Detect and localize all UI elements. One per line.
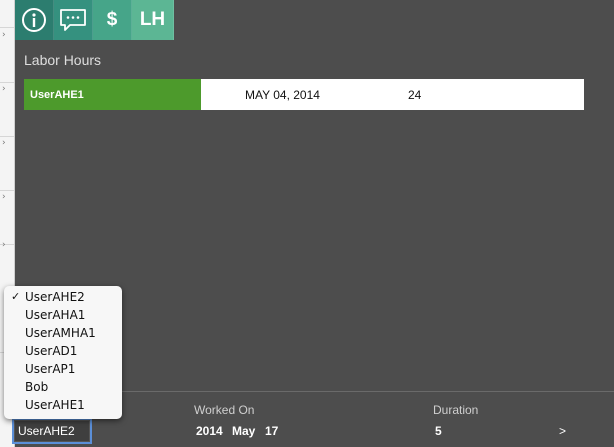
worked-on-label: Worked On xyxy=(194,403,255,417)
dropdown-option[interactable]: ✓ UserAHE2 xyxy=(4,288,122,306)
chevron-right-icon[interactable]: › xyxy=(2,138,8,148)
user-select-value: UserAHE2 xyxy=(18,424,75,438)
divider xyxy=(0,136,14,137)
duration-label: Duration xyxy=(433,403,479,417)
divider xyxy=(0,82,14,83)
chevron-right-icon[interactable]: › xyxy=(2,192,8,202)
option-label: UserAHA1 xyxy=(25,308,86,322)
dropdown-option[interactable]: Bob xyxy=(4,378,122,396)
user-cell: UserAHE1 xyxy=(24,79,201,110)
option-label: UserAMHA1 xyxy=(25,326,96,340)
divider xyxy=(0,27,14,28)
option-label: UserAHE1 xyxy=(25,398,85,412)
user-select[interactable]: UserAHE2 xyxy=(14,420,90,442)
year-field[interactable]: 2014 xyxy=(196,424,223,438)
comments-button[interactable] xyxy=(54,0,93,40)
dollar-icon: $ xyxy=(106,9,118,30)
toolbar: $ LH xyxy=(15,0,174,40)
divider xyxy=(0,190,14,191)
dropdown-option[interactable]: UserAD1 xyxy=(4,342,122,360)
dropdown-option[interactable]: UserAHA1 xyxy=(4,306,122,324)
table-row[interactable]: UserAHE1 MAY 04, 2014 24 xyxy=(24,79,584,110)
option-label: UserAD1 xyxy=(25,344,78,358)
date-cell: MAY 04, 2014 xyxy=(245,87,320,102)
user-dropdown-list: ✓ UserAHE2 UserAHA1 UserAMHA1 UserAD1 Us… xyxy=(4,286,122,419)
dropdown-option[interactable]: UserAHE1 xyxy=(4,396,122,414)
labor-hours-button[interactable]: LH xyxy=(132,0,174,40)
labor-hours-label: LH xyxy=(139,9,166,30)
duration-cell: 24 xyxy=(408,87,422,102)
dropdown-option[interactable]: UserAMHA1 xyxy=(4,324,122,342)
chevron-right-icon[interactable]: › xyxy=(2,30,8,40)
info-icon xyxy=(22,8,46,32)
section-title: Labor Hours xyxy=(24,52,102,68)
month-field[interactable]: May xyxy=(232,424,255,438)
info-button[interactable] xyxy=(15,0,54,40)
chevron-right-icon[interactable]: › xyxy=(2,84,8,94)
option-label: UserAP1 xyxy=(25,362,76,376)
next-button[interactable]: > xyxy=(559,424,566,438)
dropdown-option[interactable]: UserAP1 xyxy=(4,360,122,378)
cost-button[interactable]: $ xyxy=(93,0,132,40)
option-label: Bob xyxy=(25,380,49,394)
duration-field[interactable]: 5 xyxy=(435,424,442,438)
chat-icon xyxy=(60,9,86,31)
check-icon: ✓ xyxy=(11,290,21,303)
day-field[interactable]: 17 xyxy=(265,424,278,438)
option-label: UserAHE2 xyxy=(25,290,85,304)
chevron-right-icon[interactable]: › xyxy=(2,240,8,250)
